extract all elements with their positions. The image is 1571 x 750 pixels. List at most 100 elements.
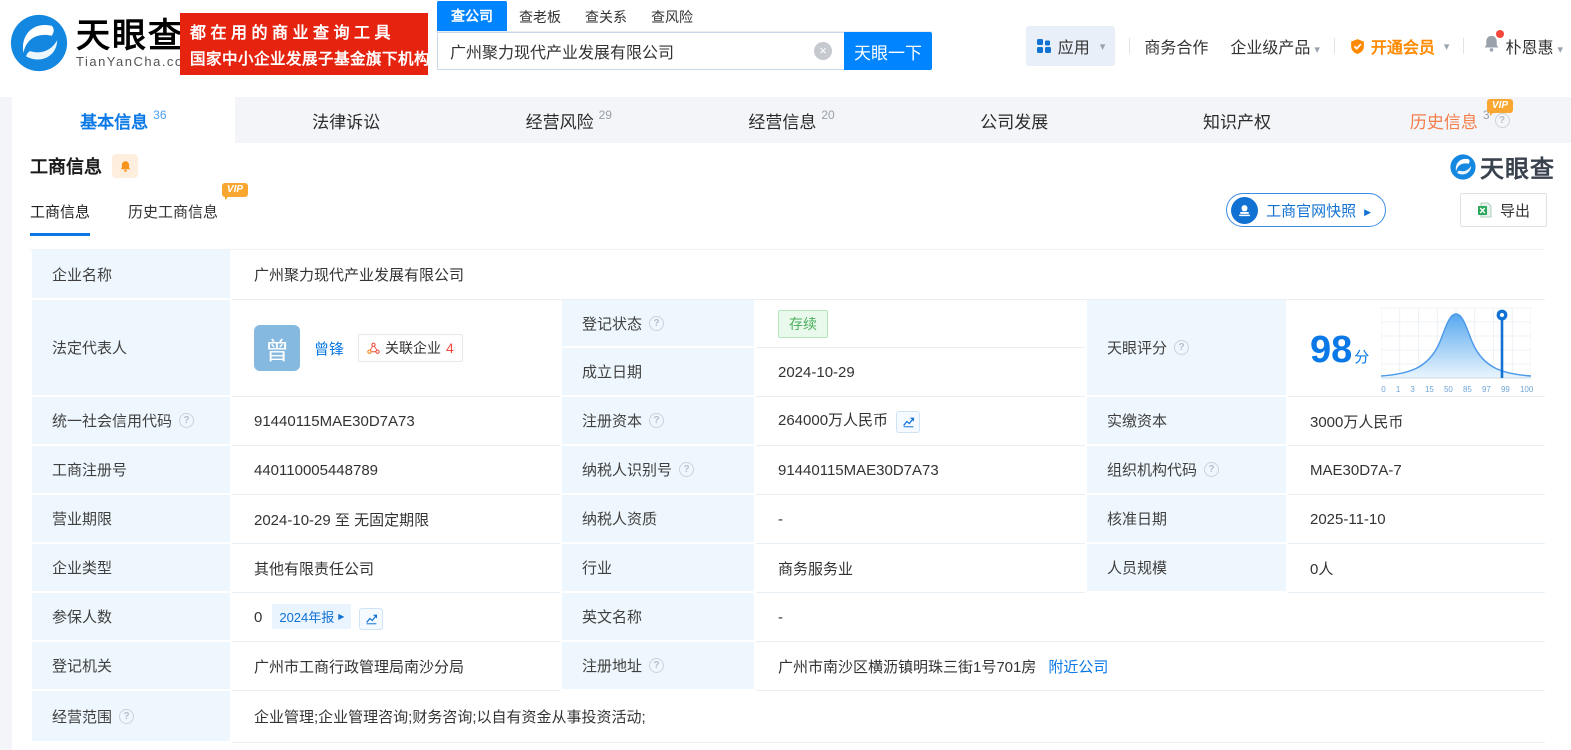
nav-separator (1129, 38, 1131, 54)
related-companies-badge[interactable]: 关联企业 4 (358, 334, 463, 362)
tab-history-info[interactable]: VIP 历史信息 3 (1348, 97, 1571, 143)
field-label-english-name: 英文名称 (560, 593, 756, 642)
status-badge: 存续 (778, 309, 828, 338)
table-row: 登记机关 广州市工商行政管理局南沙分局 注册地址 广州市南沙区横沥镇明珠三街1号… (30, 642, 1546, 691)
user-menu[interactable]: 朴恩惠 (1505, 34, 1563, 58)
help-icon[interactable] (1174, 340, 1190, 355)
subtab-business-info[interactable]: 工商信息 (30, 187, 91, 236)
nav-enterprise-products[interactable]: 企业级产品 (1230, 34, 1320, 58)
search-input[interactable] (437, 32, 844, 70)
nav-separator (1333, 38, 1335, 54)
official-snapshot-button[interactable]: 工商官网快照 (1226, 193, 1386, 227)
table-row: 参保人数 02024年报 英文名称 - (30, 593, 1546, 642)
promo-line1: 都在用的商业查询工具 (190, 25, 396, 42)
field-label-reg-number: 工商注册号 (30, 446, 232, 495)
search-button[interactable]: 天眼一下 (844, 32, 932, 70)
field-label-insured: 参保人数 (30, 593, 232, 642)
legal-rep-avatar[interactable]: 曾 (254, 325, 300, 371)
field-value-approval-date: 2025-11-10 (1288, 495, 1546, 544)
promo-line2: 国家中小企业发展子基金旗下机构 (190, 51, 431, 68)
promo-banner: 都在用的商业查询工具 国家中小企业发展子基金旗下机构 (180, 13, 431, 75)
annual-report-chip[interactable]: 2024年报 (272, 604, 352, 630)
subtab-row: 工商信息 历史工商信息 VIP 工商官网快照 ▶ 导出 (12, 181, 1571, 241)
help-icon[interactable] (179, 413, 195, 428)
field-value-reg-capital: 264000万人民币 (756, 397, 1085, 446)
field-value-industry: 商务服务业 (756, 544, 1085, 593)
nav-cooperation[interactable]: 商务合作 (1144, 34, 1208, 58)
tab-basic-info[interactable]: 基本信息 36 (12, 97, 235, 143)
left-gutter (0, 97, 12, 750)
field-label-reg-authority: 登记机关 (30, 642, 232, 691)
stamp-icon (1231, 196, 1259, 224)
score-unit: 分 (1354, 349, 1370, 366)
tab-operating-risk[interactable]: 经营风险 29 (457, 97, 680, 143)
nearby-companies-link[interactable]: 附近公司 (1048, 656, 1108, 677)
field-label-taxpayer-id: 纳税人识别号 (560, 446, 756, 495)
help-icon[interactable] (679, 462, 695, 477)
history-help-icon[interactable] (1494, 112, 1510, 128)
legal-rep-name-link[interactable]: 曾锋 (314, 338, 344, 359)
field-value-taxpayer-id: 91440115MAE30D7A73 (756, 446, 1085, 495)
field-label-company-name: 企业名称 (30, 250, 232, 300)
field-value-company-type: 其他有限责任公司 (232, 544, 560, 593)
search-tab-boss[interactable]: 查老板 (507, 3, 573, 31)
field-value-english-name: - (756, 593, 1546, 642)
help-icon[interactable] (649, 315, 665, 331)
help-icon[interactable] (119, 708, 135, 724)
field-label-business-scope: 经营范围 (30, 691, 232, 743)
tab-operating-info[interactable]: 经营信息 20 (680, 97, 903, 143)
help-icon[interactable] (649, 658, 665, 673)
top-header: 天眼查 TianYanCha.com 都在用的商业查询工具 国家中小企业发展子基… (0, 0, 1571, 88)
help-icon[interactable] (1204, 462, 1220, 477)
tianyancha-logo[interactable]: 天眼查 TianYanCha.com (10, 14, 196, 72)
logo-brand-text: 天眼查 (76, 16, 184, 55)
tab-intellectual-property[interactable]: 知识产权 (1126, 97, 1349, 143)
export-button[interactable]: 导出 (1459, 193, 1547, 227)
excel-icon (1477, 202, 1492, 218)
field-value-taxpayer-quality: - (756, 495, 1085, 544)
search-tab-company[interactable]: 查公司 (437, 1, 507, 31)
search-area: 查公司 查老板 查关系 查风险 天眼一下 (437, 1, 932, 70)
notifications-button[interactable] (1482, 30, 1505, 58)
field-label-reg-address: 注册地址 (560, 642, 756, 691)
subtab-history-business-info[interactable]: 历史工商信息 VIP (128, 182, 249, 236)
field-value-business-scope: 企业管理;企业管理咨询;财务咨询;以自有资金从事投资活动; (232, 691, 1546, 743)
top-nav: 应用 商务合作 企业级产品 开通会员 朴恩惠 (1025, 26, 1563, 66)
search-tab-relation[interactable]: 查关系 (573, 3, 639, 31)
notification-dot (1496, 30, 1505, 38)
apps-label: 应用 (1057, 40, 1090, 57)
watermark-swirl-icon (1450, 154, 1476, 180)
field-label-legal-rep: 法定代表人 (30, 300, 232, 397)
field-value-credit-code: 91440115MAE30D7A73 (232, 397, 560, 446)
field-value-reg-address: 广州市南沙区横沥镇明珠三街1号701房 附近公司 (756, 642, 1546, 691)
relation-graph-icon (367, 342, 380, 354)
field-value-reg-status: 存续 (756, 300, 1085, 348)
field-value-company-name: 广州聚力现代产业发展有限公司 (232, 250, 1546, 300)
tab-company-development[interactable]: 公司发展 (903, 97, 1126, 143)
score-distribution-chart: 01 3 15 50 85 97 99 100 (1380, 306, 1533, 394)
clear-search-icon[interactable] (814, 42, 832, 60)
field-value-staff-size: 0人 (1288, 544, 1546, 593)
company-section-tabs: 基本信息 36 法律诉讼 经营风险 29 经营信息 20 公司发展 知识产权 V… (0, 97, 1571, 143)
open-vip-link[interactable]: 开通会员 (1349, 34, 1450, 58)
tab-legal-proceedings[interactable]: 法律诉讼 (235, 97, 458, 143)
search-tab-risk[interactable]: 查风险 (639, 3, 705, 31)
table-row: 法定代表人 曾 曾锋 关联企业 4 登记状态 ? 存续 天眼评分 ? 98 分 … (30, 300, 1546, 397)
field-value-legal-rep: 曾 曾锋 关联企业 4 (232, 300, 560, 397)
field-label-reg-capital: 注册资本 (560, 397, 756, 446)
vip-crown-icon (1351, 38, 1364, 54)
capital-trend-icon[interactable] (896, 410, 921, 433)
logo-swirl-icon (10, 14, 68, 72)
field-value-org-code: MAE30D7A-7 (1288, 446, 1546, 495)
monitor-bell-button[interactable] (112, 154, 138, 178)
field-label-business-term: 营业期限 (30, 495, 232, 544)
help-icon[interactable] (649, 413, 665, 428)
apps-menu[interactable]: 应用 (1025, 26, 1116, 66)
field-label-staff-size: 人员规模 (1085, 544, 1288, 593)
field-label-company-type: 企业类型 (30, 544, 232, 593)
insured-trend-icon[interactable] (359, 607, 384, 630)
field-value-business-term: 2024-10-29 至 无固定期限 (232, 495, 560, 544)
tianyancha-watermark: 天眼查 (1450, 149, 1555, 184)
field-label-approval-date: 核准日期 (1085, 495, 1288, 544)
field-label-paid-capital: 实缴资本 (1085, 397, 1288, 446)
